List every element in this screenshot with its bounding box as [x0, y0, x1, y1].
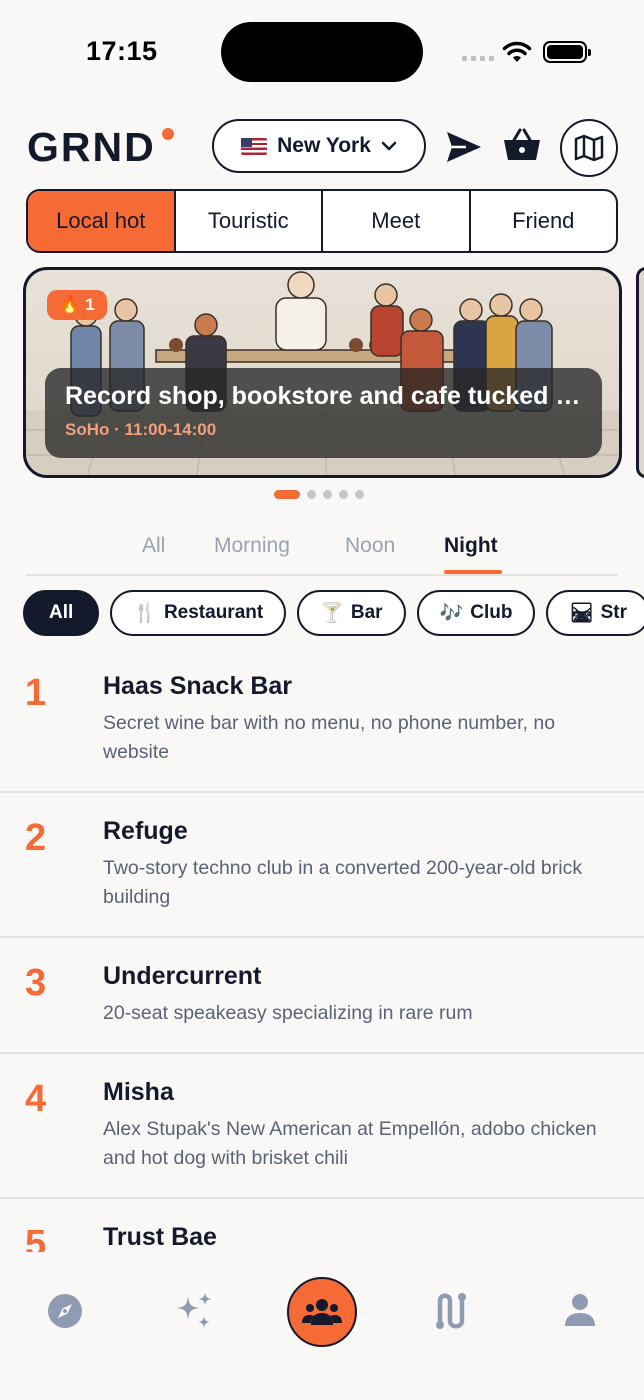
- hero-rank-badge: 🔥 1: [47, 290, 107, 320]
- list-item[interactable]: 2 Refuge Two-story techno club in a conv…: [0, 793, 644, 938]
- carousel-pagination: [274, 490, 364, 499]
- basket-icon[interactable]: [503, 128, 541, 162]
- map-icon: [574, 134, 604, 162]
- chip-all[interactable]: All: [23, 590, 100, 636]
- chevron-down-icon: [381, 141, 397, 151]
- hero-card[interactable]: 🔥 1 Record shop, bookstore and cafe tuck…: [23, 267, 622, 478]
- bottom-nav: [0, 1252, 644, 1400]
- sparkles-icon[interactable]: [173, 1290, 215, 1332]
- community-button[interactable]: [287, 1277, 357, 1347]
- item-title: Refuge: [103, 817, 188, 845]
- tab-noon[interactable]: Noon: [345, 534, 395, 558]
- chip-label: All: [49, 602, 74, 623]
- pagination-dot[interactable]: [274, 490, 300, 499]
- item-rank: 5: [25, 1223, 47, 1252]
- pagination-dot[interactable]: [339, 490, 348, 499]
- chip-restaurant[interactable]: 🍴 Restaurant: [110, 590, 287, 636]
- item-description: 20-seat speakeasy specializing in rare r…: [103, 1002, 473, 1024]
- hero-title: Record shop, bookstore and cafe tucked a…: [65, 382, 582, 410]
- route-icon[interactable]: [434, 1291, 470, 1331]
- active-tab-indicator: [444, 570, 502, 574]
- list-item[interactable]: 3 Undercurrent 20-seat speakeasy special…: [0, 938, 644, 1054]
- person-icon[interactable]: [563, 1293, 597, 1327]
- battery-icon: [543, 41, 591, 63]
- city-selector[interactable]: New York: [212, 119, 426, 173]
- compass-icon[interactable]: [46, 1292, 84, 1330]
- app-logo: GRND: [27, 124, 156, 170]
- item-title: Undercurrent: [103, 962, 262, 990]
- chip-label: Restaurant: [163, 602, 264, 623]
- city-label: New York: [277, 134, 371, 157]
- cocktail-icon: 🍸: [320, 603, 344, 624]
- tab-friend[interactable]: Friend: [471, 191, 617, 251]
- pagination-dot[interactable]: [307, 490, 316, 499]
- chip-label: Bar: [350, 602, 383, 623]
- item-rank: 1: [25, 672, 47, 714]
- next-hero-card-peek[interactable]: [636, 267, 644, 478]
- logo-dot: [162, 128, 174, 140]
- segment-tabs: Local hot Touristic Meet Friend: [26, 189, 618, 253]
- item-title: Trust Bae: [103, 1223, 217, 1251]
- item-title: Haas Snack Bar: [103, 672, 293, 700]
- item-rank: 2: [25, 817, 47, 859]
- cellular-signal-icon: [462, 56, 494, 61]
- item-description: Secret wine bar with no menu, no phone n…: [103, 712, 556, 763]
- list-item[interactable]: 1 Haas Snack Bar Secret wine bar with no…: [0, 648, 644, 793]
- chip-label: Club: [470, 602, 513, 623]
- time-of-day-tabs: All Morning Noon Night: [26, 530, 618, 576]
- pagination-dot[interactable]: [323, 490, 332, 499]
- item-rank: 3: [25, 962, 47, 1004]
- pagination-dot[interactable]: [355, 490, 364, 499]
- chip-bar[interactable]: 🍸 Bar: [297, 590, 406, 636]
- tab-night[interactable]: Night: [444, 534, 498, 558]
- item-description: Two-story techno club in a converted 200…: [103, 857, 583, 908]
- item-rank: 4: [25, 1078, 47, 1120]
- railway-icon: 🛤: [569, 603, 594, 624]
- places-list: 1 Haas Snack Bar Secret wine bar with no…: [0, 648, 644, 1252]
- item-title: Misha: [103, 1078, 174, 1106]
- hero-rank: 1: [85, 295, 95, 314]
- fork-knife-icon: 🍴: [133, 603, 157, 624]
- us-flag-icon: [241, 137, 268, 155]
- chip-street[interactable]: 🛤 Str: [546, 590, 644, 636]
- chip-club[interactable]: 🎶 Club: [416, 590, 536, 636]
- group-icon: [302, 1299, 342, 1325]
- category-chips: All 🍴 Restaurant 🍸 Bar 🎶 Club 🛤 Str: [23, 590, 644, 636]
- send-icon[interactable]: [446, 131, 482, 163]
- map-button[interactable]: [560, 119, 618, 177]
- fire-icon: 🔥: [59, 295, 81, 314]
- list-item[interactable]: 5 Trust Bae: [0, 1199, 644, 1252]
- tab-morning[interactable]: Morning: [214, 534, 290, 558]
- list-item[interactable]: 4 Misha Alex Stupak's New American at Em…: [0, 1054, 644, 1199]
- chip-label: Str: [600, 602, 627, 623]
- tab-meet[interactable]: Meet: [323, 191, 471, 251]
- wifi-icon: [502, 41, 532, 62]
- hero-subtitle: SoHo · 11:00-14:00: [65, 420, 217, 439]
- item-description: Alex Stupak's New American at Empellón, …: [103, 1118, 597, 1169]
- hero-caption: Record shop, bookstore and cafe tucked a…: [45, 368, 602, 458]
- tab-local-hot[interactable]: Local hot: [28, 191, 176, 251]
- tab-touristic[interactable]: Touristic: [176, 191, 323, 251]
- music-notes-icon: 🎶: [439, 603, 464, 624]
- status-time: 17:15: [86, 36, 158, 66]
- dynamic-island: [221, 22, 423, 82]
- status-bar: 17:15: [0, 0, 644, 100]
- tab-all-day[interactable]: All: [142, 534, 165, 558]
